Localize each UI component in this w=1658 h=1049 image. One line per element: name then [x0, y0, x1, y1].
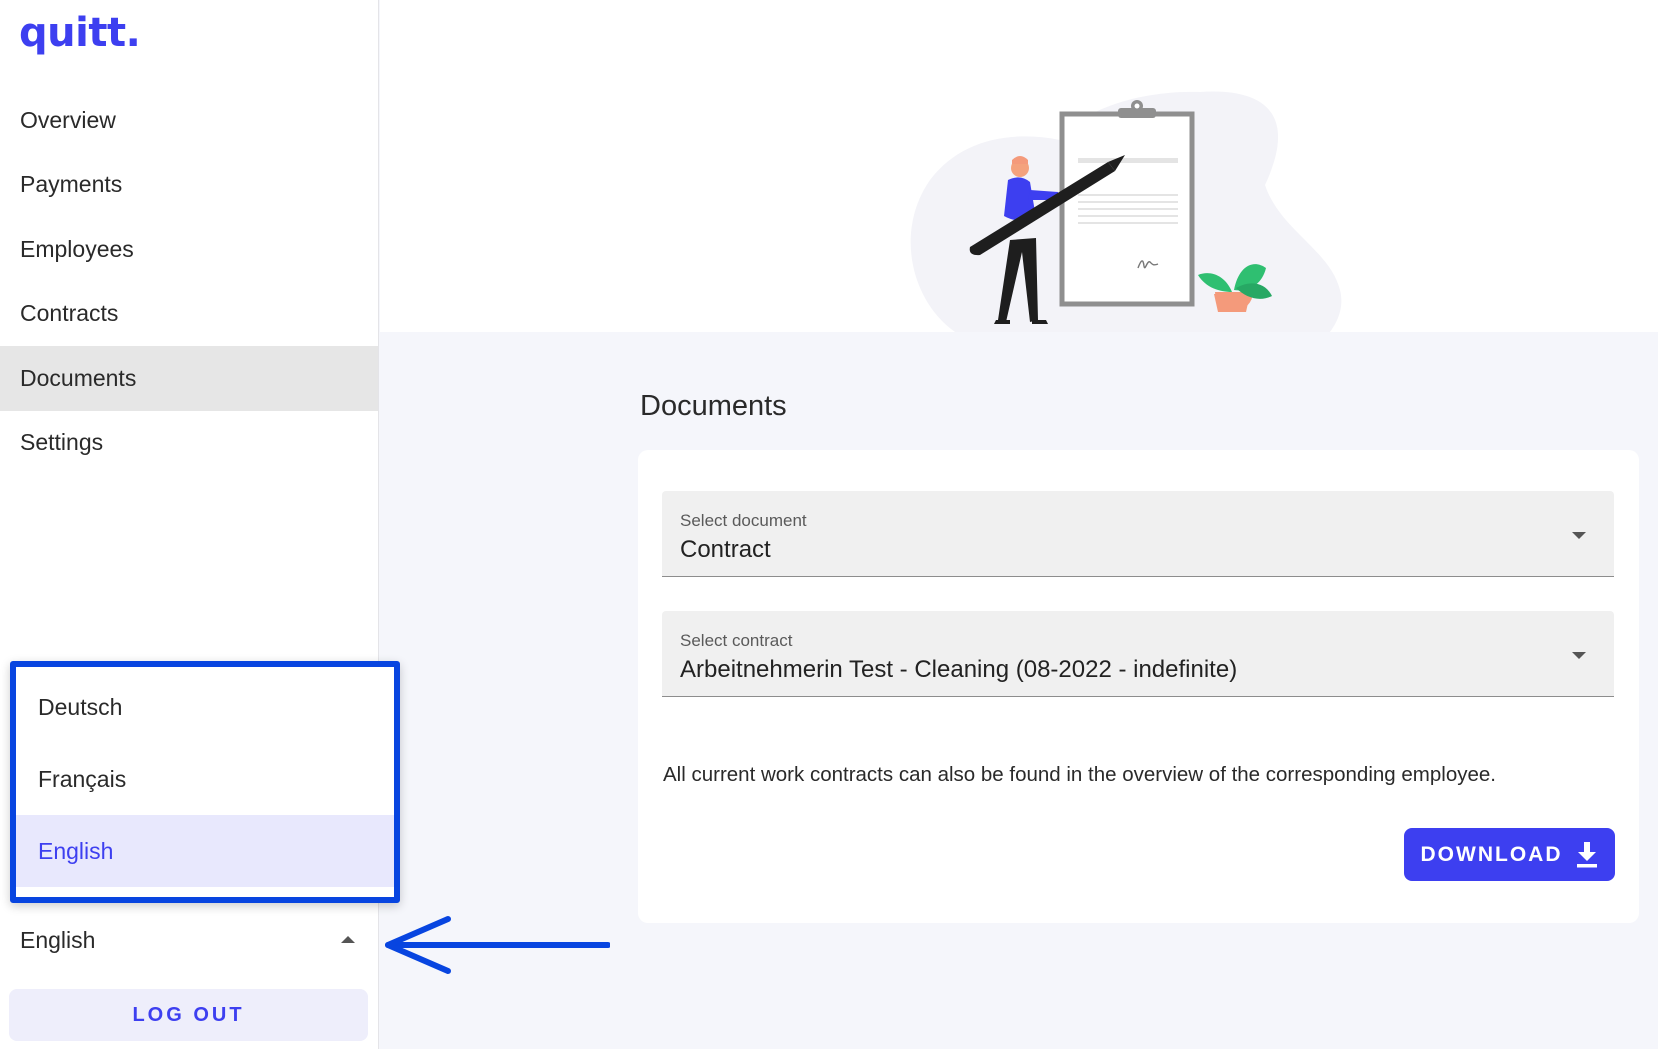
sidebar-item-settings[interactable]: Settings: [0, 411, 378, 476]
download-button-label: DOWNLOAD: [1420, 842, 1563, 866]
page-title: Documents: [640, 390, 787, 422]
download-icon: [1576, 841, 1598, 868]
sidebar-item-contracts[interactable]: Contracts: [0, 282, 378, 347]
language-menu: Deutsch Français English: [10, 661, 400, 903]
sidebar-item-payments[interactable]: Payments: [0, 153, 378, 218]
caret-up-icon: [341, 936, 355, 943]
contract-select[interactable]: Select contract Arbeitnehmerin Test - Cl…: [662, 611, 1614, 697]
language-option-english[interactable]: English: [16, 815, 394, 887]
caret-down-icon: [1572, 532, 1586, 539]
caret-down-icon: [1572, 652, 1586, 659]
sidebar-item-employees[interactable]: Employees: [0, 217, 378, 282]
document-select-value: Contract: [680, 536, 771, 563]
download-button[interactable]: DOWNLOAD: [1404, 828, 1615, 881]
document-select-label: Select document: [680, 511, 807, 530]
hero-banner: [380, 0, 1658, 332]
logout-button[interactable]: LOG OUT: [9, 989, 368, 1041]
sidebar-nav: Overview Payments Employees Contracts Do…: [0, 88, 378, 475]
language-option-deutsch[interactable]: Deutsch: [16, 671, 394, 743]
document-select[interactable]: Select document Contract: [662, 491, 1614, 577]
contract-signing-illustration: [910, 91, 1342, 332]
language-option-francais[interactable]: Français: [16, 743, 394, 815]
contract-select-value: Arbeitnehmerin Test - Cleaning (08-2022 …: [680, 656, 1238, 683]
language-select[interactable]: English: [0, 912, 378, 968]
sidebar-item-documents[interactable]: Documents: [0, 346, 378, 411]
sidebar-item-overview[interactable]: Overview: [0, 88, 378, 153]
info-text: All current work contracts can also be f…: [663, 763, 1496, 786]
contract-select-label: Select contract: [680, 631, 793, 650]
annotation-arrow-icon: [385, 916, 610, 974]
quitt-logo[interactable]: quitt.: [19, 10, 141, 56]
language-select-value: English: [20, 926, 96, 953]
documents-card: Select document Contract Select contract…: [638, 450, 1639, 923]
